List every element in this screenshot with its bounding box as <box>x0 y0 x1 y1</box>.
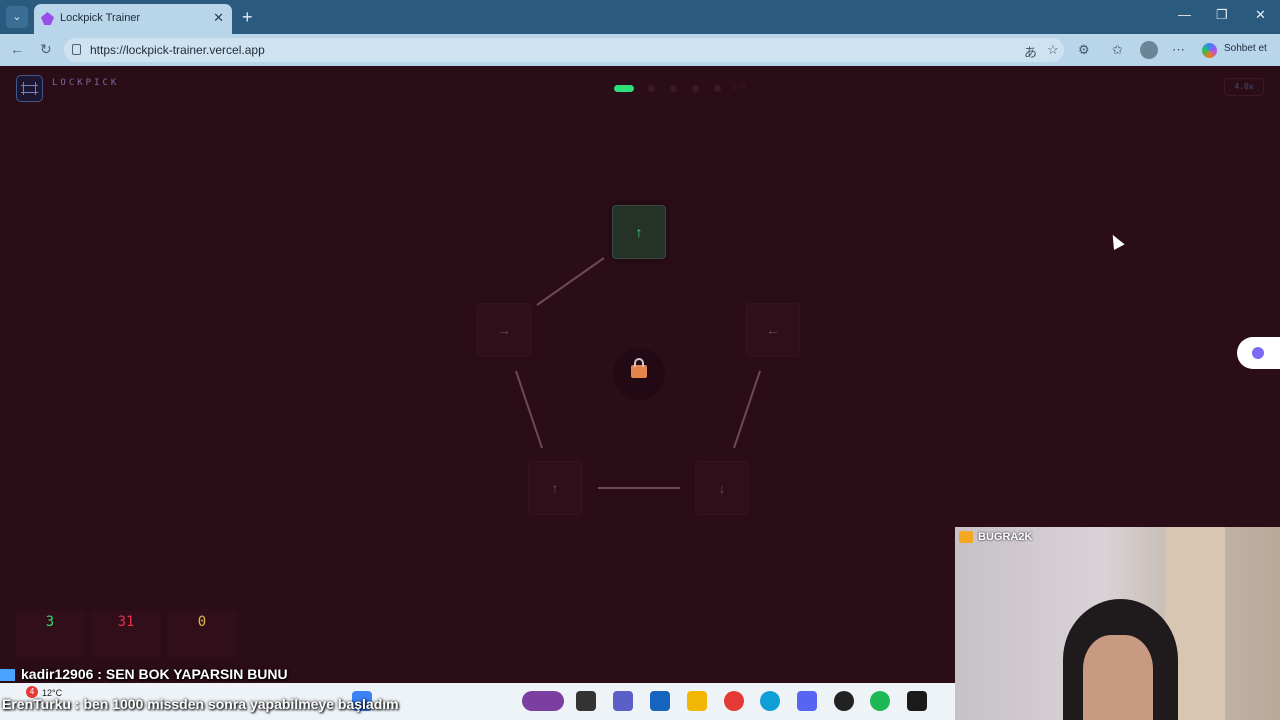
teams-icon[interactable] <box>613 691 633 711</box>
stat-streak-value: 0 <box>197 614 207 630</box>
opera-icon[interactable] <box>724 691 744 711</box>
task-view-icon[interactable] <box>576 691 596 711</box>
webcam-header: BUGRA2K <box>955 527 1280 549</box>
stream-logo-icon <box>959 531 973 543</box>
side-extension-widget[interactable] <box>1237 337 1280 369</box>
app-icon[interactable] <box>907 691 927 711</box>
copilot-icon[interactable] <box>1202 43 1217 58</box>
chat-text: ben 1000 missden sonra yapabilmeye başla… <box>83 696 399 712</box>
chat-user: kadir12906 <box>21 666 94 682</box>
site-info-icon[interactable] <box>72 44 81 55</box>
search-highlight-icon[interactable] <box>522 691 564 711</box>
extensions-icon[interactable]: ⚙ <box>1078 42 1090 58</box>
chat-message: ErenTurku : ben 1000 missden sonra yapab… <box>2 696 399 712</box>
tab-bar: ⌄ Lockpick Trainer ✕ + — ❐ ✕ <box>0 0 1280 34</box>
address-bar: ← ↻ https://lockpick-trainer.vercel.app … <box>0 34 1280 66</box>
restore-icon[interactable]: ❐ <box>1216 7 1228 23</box>
tab-title: Lockpick Trainer <box>60 12 141 24</box>
chat-text: SEN BOK YAPARSIN BUNU <box>105 666 288 682</box>
stat-streak: 0 <box>167 610 237 658</box>
profile-avatar[interactable] <box>1140 41 1158 59</box>
stat-successes: 3 <box>15 610 85 658</box>
new-tab-icon[interactable]: + <box>242 7 253 28</box>
close-tab-icon[interactable]: ✕ <box>213 10 224 26</box>
streamer-name: BUGRA2K <box>978 531 1033 543</box>
url-field[interactable]: https://lockpick-trainer.vercel.app <box>64 38 1064 62</box>
translate-icon[interactable]: あ <box>1024 42 1037 61</box>
chat-message: kadir12906 : SEN BOK YAPARSIN BUNU <box>0 666 288 682</box>
back-icon[interactable]: ← <box>10 41 24 57</box>
key-right: → <box>477 303 531 357</box>
lock-icon <box>631 358 647 378</box>
favorite-star-icon[interactable]: ☆ <box>1047 42 1059 58</box>
extension-icon <box>1252 347 1264 359</box>
chat-user: ErenTurku <box>2 696 71 712</box>
url-text: https://lockpick-trainer.vercel.app <box>90 43 265 57</box>
key-down: ↓ <box>695 461 749 515</box>
store-icon[interactable] <box>650 691 670 711</box>
connection-line <box>733 370 761 449</box>
tab-actions-menu-icon[interactable]: ⌄ <box>6 6 28 28</box>
obs-icon[interactable] <box>834 691 854 711</box>
minimize-icon[interactable]: — <box>1178 7 1191 22</box>
chat-badge-icon <box>0 669 15 682</box>
stat-failures: 31 <box>91 610 161 658</box>
favorites-icon[interactable]: ✩ <box>1112 42 1123 58</box>
webcam-face <box>1083 635 1153 720</box>
key-up: ↑ <box>528 461 582 515</box>
file-explorer-icon[interactable] <box>687 691 707 711</box>
tab-lockpick-trainer[interactable]: Lockpick Trainer ✕ <box>34 4 232 34</box>
lock-center <box>613 348 665 400</box>
key-left: ← <box>746 303 800 357</box>
close-window-icon[interactable]: ✕ <box>1255 7 1266 23</box>
refresh-icon[interactable]: ↻ <box>40 41 52 58</box>
connection-line <box>536 257 605 306</box>
discord-icon[interactable] <box>797 691 817 711</box>
copilot-button[interactable]: Sohbet et <box>1224 43 1267 54</box>
key-up-active: ↑ <box>612 205 666 259</box>
spotify-icon[interactable] <box>870 691 890 711</box>
edge-icon[interactable] <box>760 691 780 711</box>
more-menu-icon[interactable]: ⋯ <box>1172 42 1185 58</box>
connection-line <box>515 370 543 449</box>
stat-successes-value: 3 <box>45 614 55 630</box>
favicon-icon <box>41 12 54 25</box>
stat-failures-value: 31 <box>117 614 135 630</box>
webcam-overlay: BUGRA2K <box>955 527 1280 720</box>
